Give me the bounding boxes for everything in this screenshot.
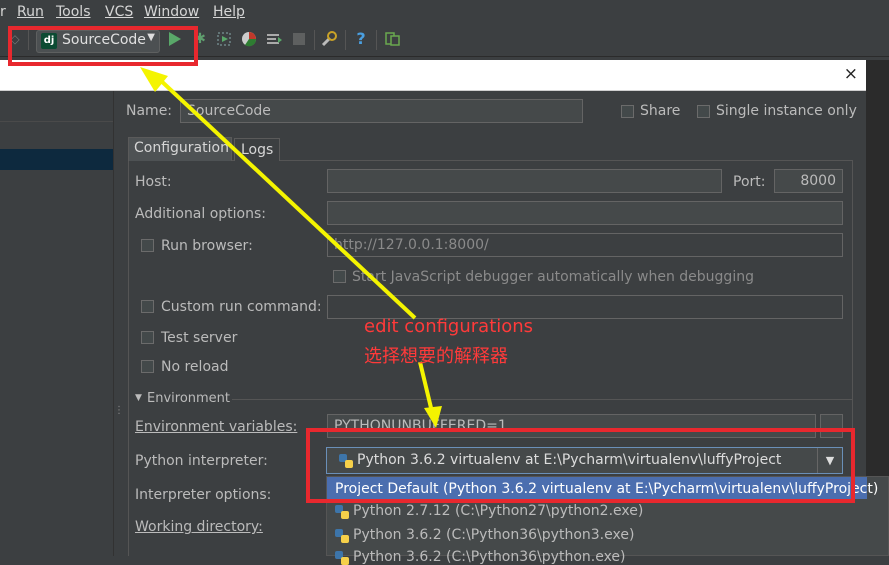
menu-item-help[interactable]: Help (213, 4, 245, 20)
tree-divider (0, 121, 113, 122)
test-server-checkbox[interactable] (141, 331, 154, 344)
tab-logs-label: Logs (241, 142, 274, 158)
concurrency-icon[interactable] (265, 30, 283, 48)
collapse-arrow-icon[interactable]: ▼ (135, 393, 142, 403)
menu-bar: r Run Tools VCS Window Help (0, 0, 889, 24)
settings-icon[interactable] (320, 30, 338, 48)
single-instance-label: Single instance only (716, 103, 857, 119)
menu-item-run[interactable]: Run (17, 4, 44, 20)
tab-logs[interactable]: Logs (234, 138, 280, 161)
run-browser-label: Run browser: (161, 238, 253, 254)
name-label: Name: (126, 103, 173, 119)
host-label: Host: (135, 174, 172, 190)
annotation-box-run-config (8, 26, 198, 66)
js-debugger-label: Start JavaScript debugger automatically … (352, 269, 754, 285)
env-vars-label: Environment variables: (135, 419, 298, 435)
port-field[interactable]: 8000 (774, 169, 843, 193)
tree-selected-item[interactable] (0, 149, 113, 170)
close-icon[interactable]: × (844, 64, 858, 84)
custom-run-checkbox[interactable] (141, 300, 154, 313)
port-label: Port: (733, 174, 766, 190)
splitter-handle[interactable]: ⋮ (114, 405, 124, 427)
list-item-python27[interactable]: Python 2.7.12 (C:\Python27\python2.exe) (353, 503, 643, 519)
help-icon[interactable]: ? (352, 30, 370, 48)
additional-options-field[interactable] (327, 201, 843, 225)
annotation-box-interpreter (306, 428, 855, 503)
test-server-label: Test server (161, 330, 238, 346)
run-browser-checkbox[interactable] (141, 239, 154, 252)
host-field[interactable] (327, 169, 722, 193)
profile-icon[interactable] (240, 30, 258, 48)
coverage-icon[interactable] (215, 30, 233, 48)
annotation-text-choose-interpreter: 选择想要的解释器 (364, 346, 508, 367)
share-checkbox[interactable] (621, 105, 634, 118)
custom-run-label: Custom run command: (161, 299, 322, 315)
python-icon (335, 505, 349, 519)
list-item-python36-python[interactable]: Python 3.6.2 (C:\Python36\python.exe) (353, 549, 626, 565)
python-interpreter-label: Python interpreter: (135, 453, 268, 469)
annotation-text-edit-configurations: edit configurations (364, 316, 534, 337)
additional-options-label: Additional options: (135, 206, 267, 222)
menu-item-window[interactable]: Window (144, 4, 199, 20)
single-instance-checkbox[interactable] (697, 105, 710, 118)
menu-item-truncated[interactable]: r (0, 4, 6, 20)
js-debugger-checkbox[interactable] (333, 270, 346, 283)
no-reload-label: No reload (161, 359, 229, 375)
list-item-python36-python3[interactable]: Python 3.6.2 (C:\Python36\python3.exe) (353, 527, 634, 543)
tab-configuration[interactable]: Configuration (128, 137, 232, 161)
toolbar-separator (376, 30, 377, 50)
share-label: Share (640, 103, 681, 119)
menu-item-tools[interactable]: Tools (56, 4, 91, 20)
sdk-manager-icon[interactable] (383, 30, 401, 48)
environment-section-title[interactable]: Environment (147, 391, 230, 406)
stop-icon[interactable] (290, 30, 308, 48)
python-icon (335, 529, 349, 543)
no-reload-checkbox[interactable] (141, 360, 154, 373)
section-divider (232, 399, 852, 400)
name-field[interactable]: SourceCode (180, 99, 583, 123)
toolbar-separator (345, 30, 346, 50)
interpreter-options-label: Interpreter options: (135, 487, 272, 503)
tab-configuration-label: Configuration (134, 140, 229, 156)
menu-item-vcs[interactable]: VCS (105, 4, 133, 20)
toolbar-separator (314, 30, 315, 50)
python-icon (335, 551, 349, 565)
run-browser-url-field[interactable]: http://127.0.0.1:8000/ (327, 233, 843, 257)
working-directory-label: Working directory: (135, 519, 263, 535)
